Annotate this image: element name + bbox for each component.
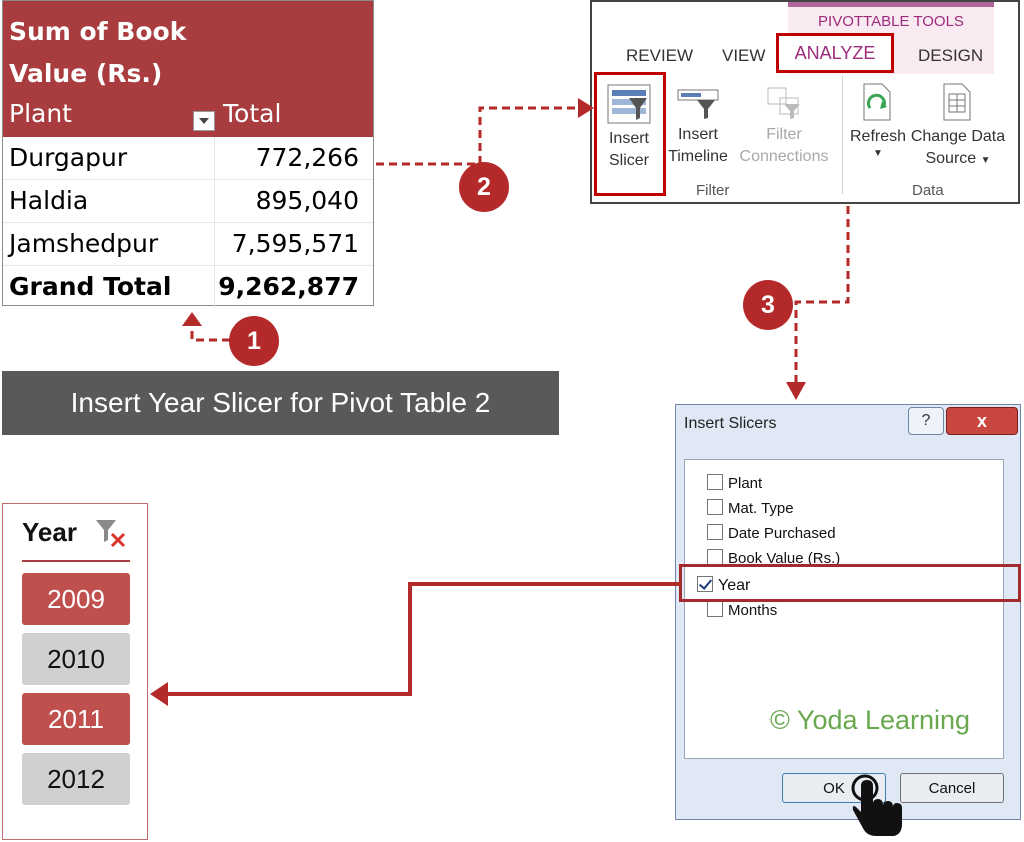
- arrowhead-3: [786, 382, 806, 400]
- arrow-step-2: [376, 106, 578, 166]
- context-tab-label: PIVOTTABLE TOOLS: [818, 13, 964, 30]
- change-data-source-label: Change Data Source: [910, 128, 1006, 167]
- change-data-source-dropdown-icon[interactable]: ▼: [981, 155, 991, 166]
- help-button[interactable]: ?: [908, 407, 944, 435]
- refresh-button[interactable]: Refresh ▼: [846, 82, 910, 160]
- insert-slicers-dialog: Insert Slicers ? x Plant Mat. Type Date …: [675, 404, 1021, 820]
- cancel-button[interactable]: Cancel: [900, 773, 1004, 803]
- arrowhead-slicer: [150, 682, 168, 706]
- change-data-source-icon: [943, 83, 971, 121]
- pivot-value-title: Sum of Book Value (Rs.): [9, 17, 187, 88]
- table-row: Durgapur 772,266: [3, 137, 373, 180]
- slicer-item-2012[interactable]: 2012: [22, 753, 130, 805]
- field-option-mat-type[interactable]: Mat. Type: [707, 499, 794, 517]
- insert-slicer-highlight: [594, 72, 666, 196]
- refresh-icon: [863, 83, 891, 121]
- year-slicer: Year 2009 2010 2011 2012: [2, 503, 148, 840]
- insert-timeline-label: Insert Timeline: [668, 126, 728, 165]
- refresh-dropdown-icon[interactable]: ▼: [846, 148, 910, 160]
- slicer-item-2010[interactable]: 2010: [22, 633, 130, 685]
- clear-filter-icon[interactable]: [95, 518, 127, 548]
- refresh-label: Refresh: [849, 128, 907, 145]
- field-label: Mat. Type: [728, 500, 794, 517]
- field-option-date-purchased[interactable]: Date Purchased: [707, 524, 836, 542]
- close-button[interactable]: x: [946, 407, 1018, 435]
- data-group-label: Data: [912, 182, 944, 199]
- watermark: © Yoda Learning: [770, 705, 971, 735]
- step-badge-2: 2: [459, 162, 509, 212]
- group-divider: [842, 76, 843, 194]
- plant-cell: Jamshedpur: [3, 223, 215, 265]
- total-cell: 7,595,571: [231, 229, 359, 258]
- year-field-highlight: [679, 564, 1021, 602]
- field-label: Months: [728, 602, 778, 619]
- arrow-step-3: [794, 206, 850, 382]
- arrow-step-1: [190, 326, 230, 342]
- table-row: Haldia 895,040: [3, 180, 373, 223]
- slicer-item-2009[interactable]: 2009: [22, 573, 130, 625]
- slicer-item-2011[interactable]: 2011: [22, 693, 130, 745]
- total-cell: 895,040: [255, 186, 359, 215]
- slicer-title: Year: [22, 517, 77, 547]
- filter-group-label: Filter: [696, 182, 730, 199]
- filter-connections-button[interactable]: Filter Connections: [734, 86, 834, 168]
- tab-review[interactable]: REVIEW: [626, 46, 693, 66]
- timeline-icon: [677, 89, 719, 119]
- change-data-source-button[interactable]: Change Data Source ▼: [908, 82, 1008, 172]
- step-badge-1: 1: [229, 316, 279, 366]
- tab-analyze[interactable]: ANALYZE: [776, 33, 894, 73]
- checkbox[interactable]: [707, 549, 723, 565]
- checkbox[interactable]: [707, 524, 723, 540]
- field-option-months[interactable]: Months: [707, 601, 777, 619]
- pivot-total-header: Total: [223, 99, 282, 128]
- plant-cell: Haldia: [3, 180, 215, 222]
- field-label: Date Purchased: [728, 525, 836, 542]
- excel-ribbon: PIVOTTABLE TOOLS REVIEW VIEW ANALYZE DES…: [590, 0, 1020, 204]
- hand-cursor-icon: [851, 774, 902, 836]
- slicer-divider: [22, 560, 130, 562]
- insert-timeline-button[interactable]: Insert Timeline: [664, 86, 732, 168]
- step-badge-3: 3: [743, 280, 793, 330]
- row-filter-dropdown-icon[interactable]: [193, 111, 215, 131]
- total-cell: 772,266: [255, 143, 359, 172]
- field-label: Plant: [728, 475, 763, 492]
- grand-total-label: Grand Total: [3, 266, 215, 308]
- pivot-row-label-header: Plant: [9, 99, 72, 128]
- field-option-plant[interactable]: Plant: [707, 474, 762, 492]
- checkbox[interactable]: [707, 601, 723, 617]
- dialog-title: Insert Slicers: [684, 415, 777, 432]
- filter-connections-icon: [767, 87, 800, 119]
- tab-design[interactable]: DESIGN: [918, 46, 983, 66]
- arrowhead-1: [182, 312, 202, 326]
- instruction-banner: Insert Year Slicer for Pivot Table 2: [2, 371, 559, 435]
- grand-total-row: Grand Total 9,262,877: [3, 266, 373, 308]
- filter-connections-label: Filter Connections: [739, 126, 829, 165]
- pivot-table: Sum of Book Value (Rs.) Plant Total Durg…: [2, 0, 374, 308]
- checkbox[interactable]: [707, 474, 723, 490]
- pivot-header: Sum of Book Value (Rs.) Plant Total: [3, 1, 373, 137]
- arrow-year-to-slicer: [168, 582, 680, 696]
- checkbox[interactable]: [707, 499, 723, 515]
- plant-cell: Durgapur: [3, 137, 215, 179]
- tab-view[interactable]: VIEW: [722, 46, 765, 66]
- table-row: Jamshedpur 7,595,571: [3, 223, 373, 266]
- grand-total-value: 9,262,877: [218, 272, 359, 301]
